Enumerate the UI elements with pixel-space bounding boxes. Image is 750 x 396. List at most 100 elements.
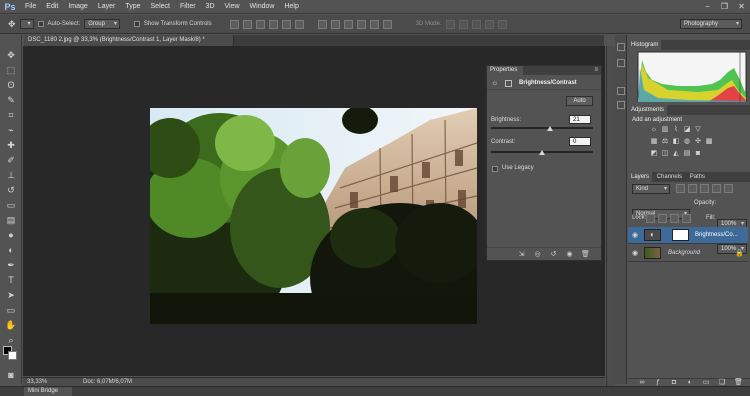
align-right-icon[interactable] [294, 19, 304, 29]
menu-edit[interactable]: Edit [41, 0, 63, 14]
menu-file[interactable]: File [20, 0, 41, 14]
move-tool-icon[interactable]: ✥ [8, 19, 16, 30]
distribute-left-icon[interactable] [356, 19, 366, 29]
contrast-slider-thumb[interactable] [539, 150, 545, 155]
gradient-map-icon[interactable]: ▤ [683, 150, 691, 158]
photo-filter-icon[interactable]: ◍ [683, 138, 691, 146]
curves-icon[interactable]: ⌇ [672, 126, 680, 134]
align-center-icon[interactable] [281, 19, 291, 29]
quick-select-tool-icon[interactable]: ✎ [4, 94, 18, 106]
paths-tab[interactable]: Paths [687, 174, 708, 180]
hand-tool-icon[interactable]: ✋ [4, 319, 18, 331]
lock-all-icon[interactable] [682, 214, 691, 223]
vibrance-icon[interactable]: ▽ [694, 126, 702, 134]
align-bottom-icon[interactable] [255, 19, 265, 29]
filter-adjustment-icon[interactable] [688, 184, 697, 193]
actions-panel-icon[interactable] [617, 59, 625, 67]
lock-transparent-icon[interactable] [646, 214, 655, 223]
channel-mixer-icon[interactable]: ✣ [694, 138, 702, 146]
view-previous-state-icon[interactable]: ◎ [533, 251, 542, 259]
healing-brush-tool-icon[interactable]: ✚ [4, 139, 18, 151]
exposure-icon[interactable]: ◪ [683, 126, 691, 134]
menu-window[interactable]: Window [245, 0, 280, 14]
clone-stamp-tool-icon[interactable]: ⊥ [4, 169, 18, 181]
layer-row-brightness-contrast[interactable]: ◉ ◐ Brightness/Co... [628, 227, 748, 244]
align-top-icon[interactable] [229, 19, 239, 29]
doc-size-info[interactable]: Doc: 6,07M/6,07M [83, 378, 132, 386]
tool-preset-picker[interactable] [19, 19, 34, 29]
visibility-icon[interactable]: ◉ [565, 251, 574, 259]
auto-button[interactable]: Auto [566, 96, 593, 106]
auto-select-dropdown[interactable]: Group [84, 19, 120, 29]
reset-icon[interactable]: ↺ [549, 251, 558, 259]
properties-tab[interactable]: Properties [487, 66, 523, 75]
eraser-tool-icon[interactable]: ▭ [4, 199, 18, 211]
lock-position-icon[interactable] [670, 214, 679, 223]
blur-tool-icon[interactable]: ● [4, 229, 18, 241]
align-middle-icon[interactable] [242, 19, 252, 29]
distribute-right-icon[interactable] [382, 19, 392, 29]
auto-select-checkbox[interactable] [37, 21, 44, 27]
invert-icon[interactable]: ◩ [650, 150, 658, 158]
history-panel-icon[interactable] [617, 43, 625, 51]
brightness-value-field[interactable]: 21 [569, 115, 591, 124]
link-layers-icon[interactable]: ∞ [638, 379, 646, 387]
paragraph-panel-icon[interactable] [617, 101, 625, 109]
history-brush-tool-icon[interactable]: ↺ [4, 184, 18, 196]
posterize-icon[interactable]: ◫ [661, 150, 669, 158]
menu-3d[interactable]: 3D [201, 0, 220, 14]
zoom-tool-icon[interactable]: ⌕ [4, 334, 18, 346]
new-group-icon[interactable]: ▭ [702, 379, 710, 387]
contrast-value-field[interactable]: 0 [569, 137, 591, 146]
marquee-tool-icon[interactable]: ⬚ [4, 64, 18, 76]
distribute-center-icon[interactable] [369, 19, 379, 29]
visibility-eye-icon[interactable]: ◉ [632, 227, 638, 244]
pen-tool-icon[interactable]: ✒ [4, 259, 18, 271]
move-tool-icon[interactable]: ✥ [4, 49, 18, 61]
workspace-switcher[interactable]: Photography [680, 19, 742, 29]
quick-mask-icon[interactable]: ◙ [4, 369, 18, 381]
channels-tab[interactable]: Channels [654, 174, 685, 180]
menu-select[interactable]: Select [146, 0, 175, 14]
visibility-eye-icon[interactable]: ◉ [632, 245, 638, 262]
zoom-level[interactable]: 33,33% [27, 378, 47, 386]
distribute-bottom-icon[interactable] [343, 19, 353, 29]
color-lookup-icon[interactable]: ▩ [705, 138, 713, 146]
maximize-button[interactable]: ❐ [718, 1, 731, 12]
close-button[interactable]: ✕ [735, 1, 748, 12]
brightness-slider-track[interactable] [491, 127, 593, 129]
menu-image[interactable]: Image [63, 0, 92, 14]
levels-icon[interactable]: ▥ [661, 126, 669, 134]
use-legacy-checkbox[interactable] [492, 166, 498, 172]
add-mask-icon[interactable]: ◘ [670, 379, 678, 387]
lock-image-icon[interactable] [658, 214, 667, 223]
layer-name[interactable]: Background [668, 245, 700, 262]
filter-type-icon[interactable] [700, 184, 709, 193]
new-adjustment-icon[interactable]: ◐ [686, 379, 694, 387]
crop-tool-icon[interactable]: ⌗ [4, 109, 18, 121]
layer-row-background[interactable]: ◉ Background 🔒 [628, 245, 748, 262]
layer-style-icon[interactable]: ƒ [654, 379, 662, 387]
layer-mask-icon[interactable] [505, 80, 512, 87]
trash-icon[interactable]: 🗑 [581, 251, 590, 259]
menu-view[interactable]: View [220, 0, 245, 14]
document-canvas-image[interactable] [150, 108, 477, 324]
background-color-swatch[interactable] [8, 351, 17, 360]
panel-menu-icon[interactable]: ≡ [594, 66, 598, 75]
lasso-tool-icon[interactable]: ʘ [4, 79, 18, 91]
mini-bridge-tab[interactable]: Mini Bridge [24, 387, 72, 396]
brightness-icon[interactable]: ☼ [650, 126, 658, 134]
brightness-slider-thumb[interactable] [547, 126, 554, 131]
align-left-icon[interactable] [268, 19, 278, 29]
menu-layer[interactable]: Layer [93, 0, 121, 14]
path-selection-tool-icon[interactable]: ➤ [4, 289, 18, 301]
filter-shape-icon[interactable] [712, 184, 721, 193]
vertical-scrollbar[interactable] [606, 46, 615, 386]
dodge-tool-icon[interactable]: ◐ [4, 244, 18, 256]
selective-color-icon[interactable]: ◙ [694, 150, 702, 158]
new-layer-icon[interactable]: ❏ [718, 379, 726, 387]
filter-smart-object-icon[interactable] [724, 184, 733, 193]
filter-pixel-icon[interactable] [676, 184, 685, 193]
distribute-middle-icon[interactable] [330, 19, 340, 29]
gradient-tool-icon[interactable]: ▤ [4, 214, 18, 226]
